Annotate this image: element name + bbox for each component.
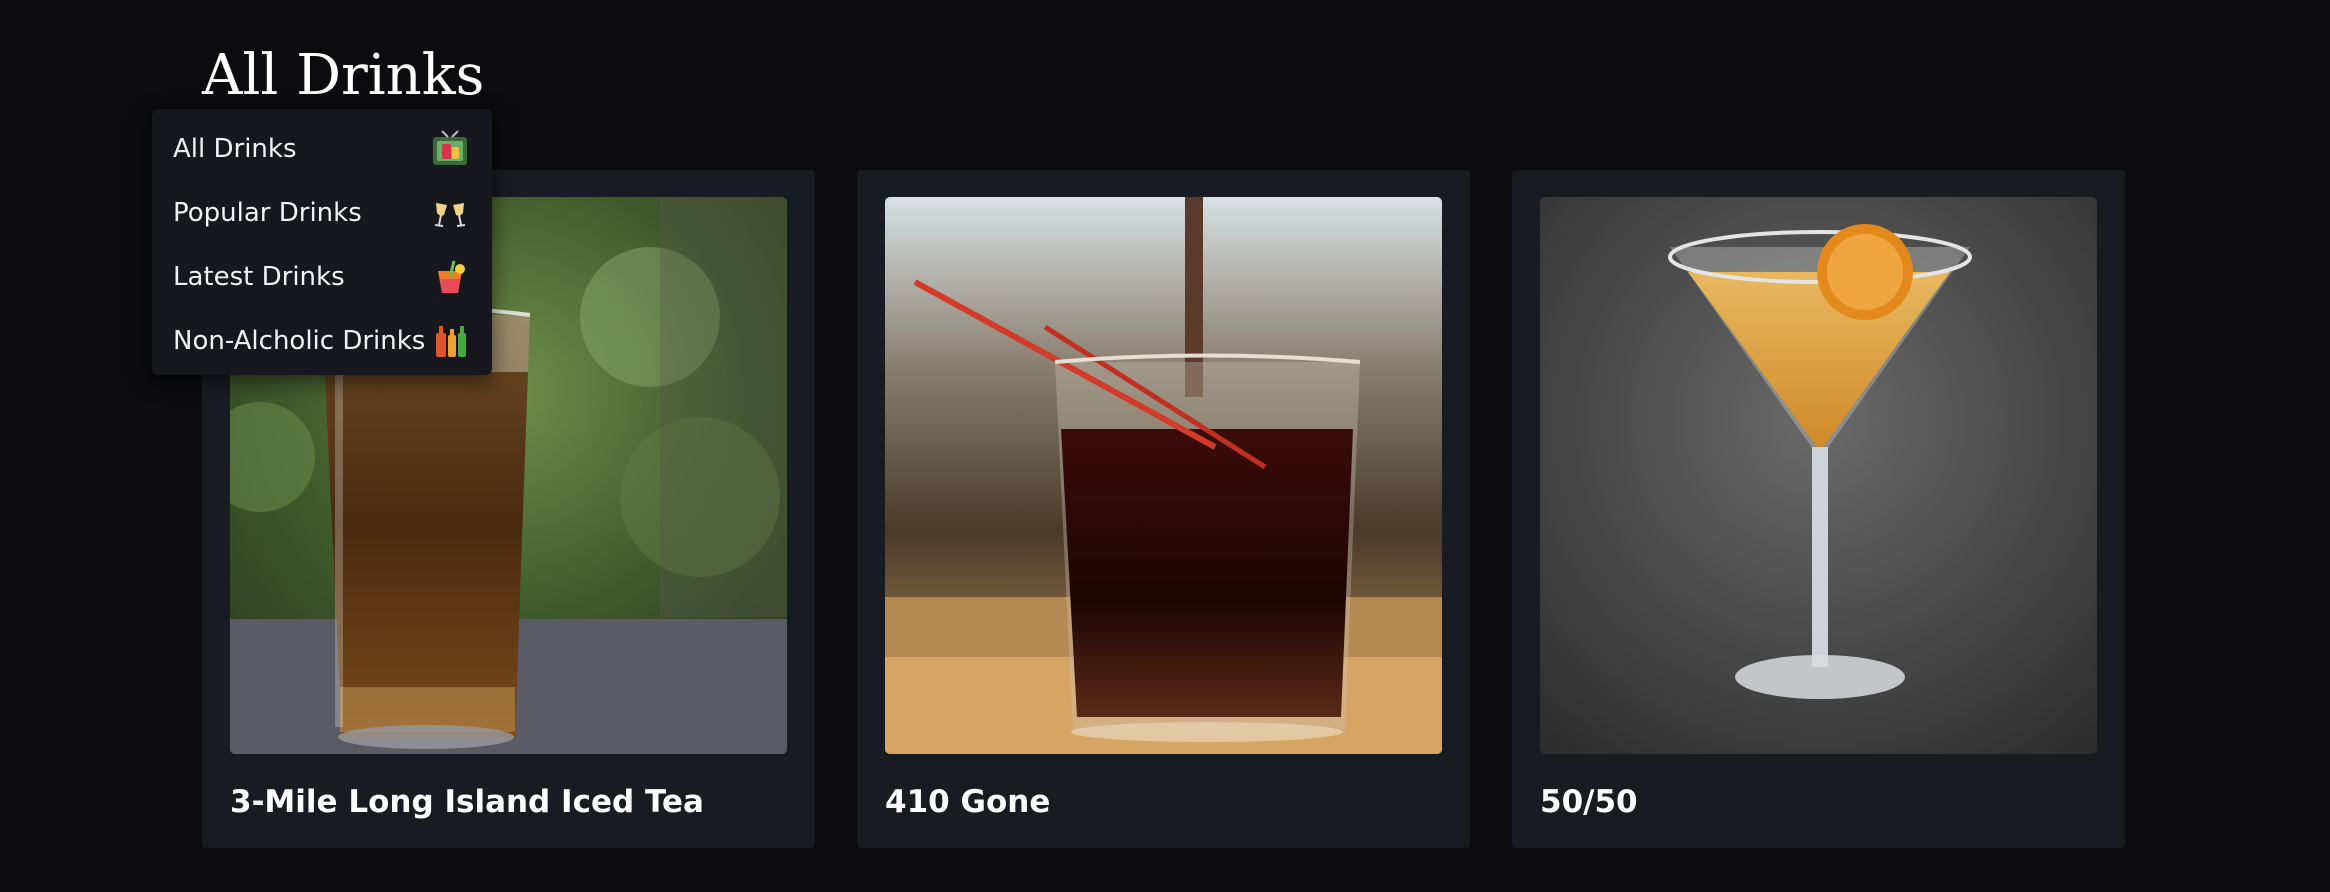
- drink-card[interactable]: 410 Gone: [857, 170, 1470, 848]
- menu-item-label: Latest Drinks: [173, 262, 345, 292]
- menu-item-label: All Drinks: [173, 134, 297, 164]
- tv-drinks-icon: [430, 129, 470, 169]
- menu-item-popular-drinks[interactable]: Popular Drinks: [152, 181, 492, 245]
- menu-item-label: Non-Alcholic Drinks: [173, 326, 426, 356]
- drinks-menu: All Drinks Popular Drinks Latest Drinks …: [152, 109, 492, 375]
- clinking-glasses-icon: [430, 193, 470, 233]
- tropical-drink-icon: [430, 257, 470, 297]
- drink-name: 410 Gone: [885, 784, 1051, 820]
- drink-name: 50/50: [1540, 784, 1638, 820]
- drink-card[interactable]: 50/50: [1512, 170, 2125, 848]
- page-title: All Drinks: [202, 43, 485, 108]
- drink-name: 3-Mile Long Island Iced Tea: [230, 784, 704, 820]
- menu-item-non-alcoholic-drinks[interactable]: Non-Alcholic Drinks: [152, 309, 492, 373]
- drink-image[interactable]: [885, 197, 1442, 754]
- menu-item-latest-drinks[interactable]: Latest Drinks: [152, 245, 492, 309]
- menu-item-all-drinks[interactable]: All Drinks: [152, 117, 492, 181]
- soda-bottles-icon: [430, 321, 470, 361]
- menu-item-label: Popular Drinks: [173, 198, 362, 228]
- drink-image[interactable]: [1540, 197, 2097, 754]
